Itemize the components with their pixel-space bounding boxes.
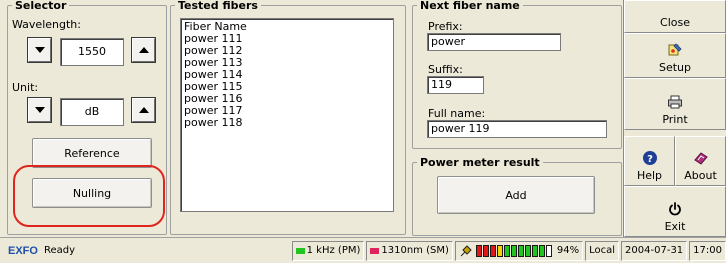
- unit-decrease-button[interactable]: [27, 97, 52, 123]
- unit-value: dB: [60, 98, 124, 126]
- source-led-icon: [370, 247, 380, 254]
- battery-percent: 94%: [556, 245, 580, 256]
- arrow-up-icon: [138, 107, 149, 113]
- next-fiber-name-legend: Next fiber name: [420, 0, 520, 12]
- brand-logo: EXFO: [8, 244, 38, 257]
- suffix-input[interactable]: 119: [427, 76, 484, 94]
- battery-segment: [503, 244, 510, 257]
- power-meter-legend: Power meter result: [420, 156, 540, 169]
- mode-indicator: Local: [585, 240, 620, 261]
- setup-icon: [667, 42, 683, 58]
- printer-icon: [667, 94, 683, 110]
- exit-button[interactable]: Exit: [624, 186, 726, 237]
- close-button-label: Close: [660, 16, 690, 29]
- about-button[interactable]: About: [675, 136, 726, 186]
- battery-segment: [496, 244, 503, 257]
- wavelength-label: Wavelength:: [12, 18, 81, 31]
- status-bar: EXFO Ready 1 kHz (PM) 1310nm (SM) 94% Lo…: [0, 237, 726, 263]
- probe-icon: [459, 244, 473, 258]
- arrow-down-icon: [34, 107, 45, 113]
- reference-button[interactable]: Reference: [32, 138, 152, 168]
- print-button[interactable]: Print: [624, 78, 726, 130]
- add-button[interactable]: Add: [437, 176, 595, 214]
- unit-label: Unit:: [12, 81, 39, 94]
- close-button[interactable]: Close: [624, 0, 726, 33]
- modulation-led-icon: [295, 247, 305, 254]
- modulation-text: 1 kHz (PM): [306, 245, 361, 256]
- battery-segment: [475, 244, 482, 257]
- power-icon: [667, 201, 683, 217]
- help-button[interactable]: ? Help: [624, 136, 675, 186]
- selector-legend: Selector: [15, 0, 67, 12]
- time-display: 17:00: [689, 240, 726, 261]
- list-item[interactable]: power 118: [184, 117, 390, 129]
- battery-segment: [510, 244, 517, 257]
- battery-level-bar: [475, 244, 553, 257]
- battery-segment: [517, 244, 524, 257]
- unit-increase-button[interactable]: [131, 97, 156, 123]
- modulation-indicator: 1 kHz (PM): [291, 240, 365, 261]
- suffix-label: Suffix:: [428, 63, 463, 76]
- arrow-down-icon: [34, 47, 45, 53]
- wavelength-value: 1550: [60, 38, 124, 66]
- battery-segment: [538, 244, 545, 257]
- battery-segment: [531, 244, 538, 257]
- battery-indicator: 94%: [454, 240, 584, 261]
- about-icon: [693, 150, 709, 166]
- setup-button[interactable]: Setup: [624, 33, 726, 78]
- battery-segment: [489, 244, 496, 257]
- tested-fibers-legend: Tested fibers: [178, 0, 258, 12]
- status-main: EXFO Ready: [0, 241, 290, 261]
- prefix-label: Prefix:: [428, 20, 463, 33]
- setup-button-label: Setup: [658, 61, 692, 74]
- battery-segment: [524, 244, 531, 257]
- full-name-field[interactable]: power 119: [427, 120, 607, 138]
- tested-fibers-list[interactable]: Fiber Name power 111 power 112 power 113…: [180, 18, 394, 212]
- battery-segment: [545, 244, 552, 257]
- svg-text:?: ?: [647, 154, 653, 165]
- help-icon: ?: [642, 150, 658, 166]
- about-button-label: About: [684, 169, 717, 182]
- wavelength-decrease-button[interactable]: [27, 37, 52, 63]
- print-button-label: Print: [662, 113, 688, 126]
- exit-button-label: Exit: [664, 220, 686, 233]
- nulling-highlight: [13, 165, 165, 227]
- source-text: 1310nm (SM): [381, 245, 449, 256]
- source-indicator: 1310nm (SM): [366, 240, 453, 261]
- battery-segment: [482, 244, 489, 257]
- date-display: 2004-07-31: [621, 240, 688, 261]
- arrow-up-icon: [138, 47, 149, 53]
- help-button-label: Help: [636, 169, 663, 182]
- wavelength-increase-button[interactable]: [131, 37, 156, 63]
- full-name-label: Full name:: [428, 107, 486, 120]
- status-text: Ready: [43, 245, 75, 256]
- prefix-input[interactable]: power: [427, 33, 561, 51]
